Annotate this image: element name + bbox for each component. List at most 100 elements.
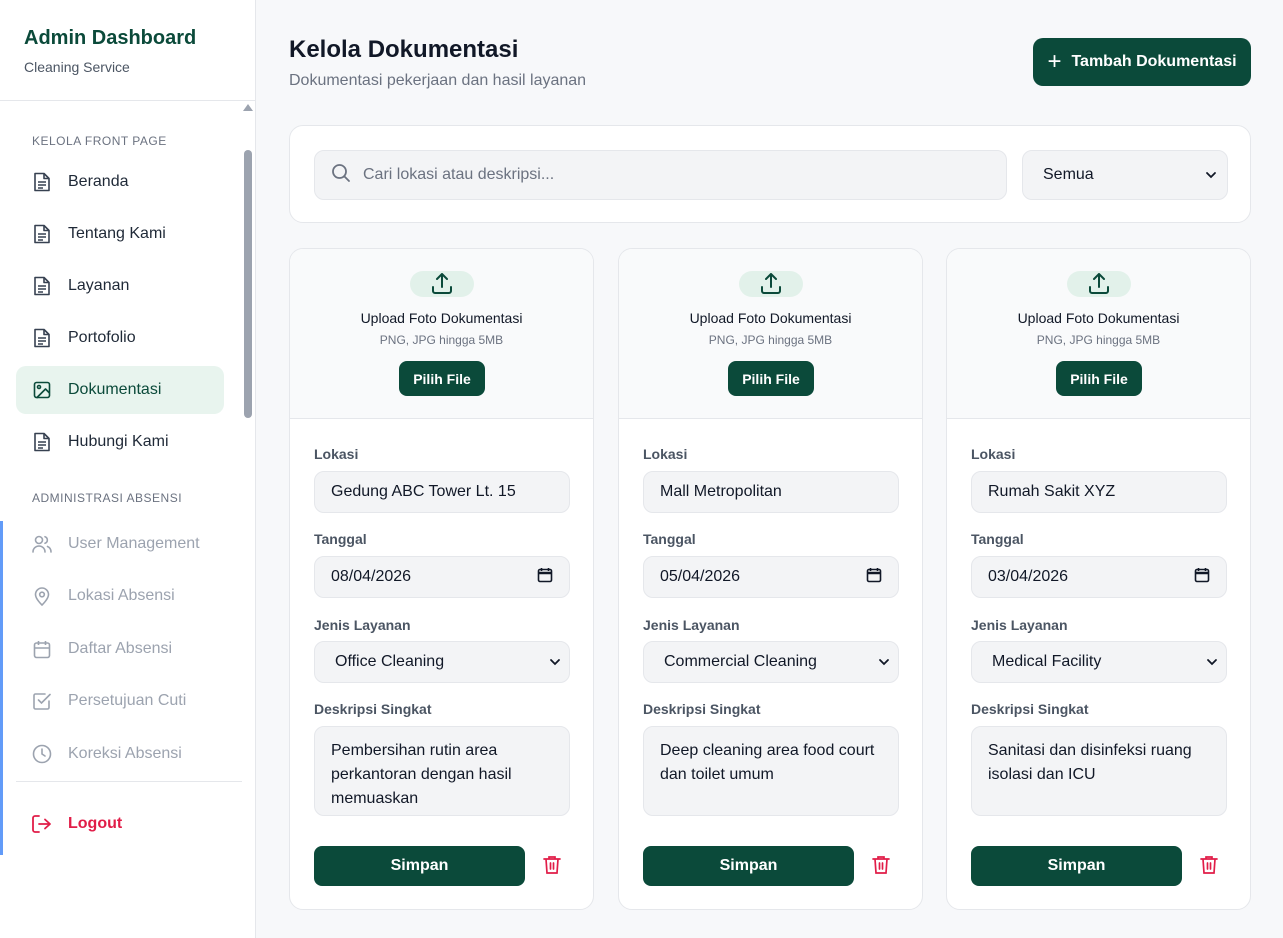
sidebar: Admin Dashboard Cleaning Service KELOLA … (0, 0, 256, 938)
sidebar-item-beranda[interactable]: Beranda (16, 158, 224, 206)
deskripsi-label: Deskripsi Singkat (971, 701, 1089, 717)
lokasi-label: Lokasi (643, 446, 688, 462)
save-button[interactable]: Simpan (314, 846, 525, 886)
sidebar-item-user-management[interactable]: User Management (16, 520, 224, 568)
add-documentation-button[interactable]: + Tambah Dokumentasi (1033, 38, 1251, 86)
tanggal-label: Tanggal (314, 531, 367, 547)
deskripsi-textarea[interactable]: Sanitasi dan disinfeksi ruang isolasi da… (971, 726, 1227, 816)
image-icon (32, 380, 52, 400)
upload-icon (410, 271, 474, 297)
deskripsi-value: Sanitasi dan disinfeksi ruang isolasi da… (988, 742, 1192, 783)
documentation-card: Upload Foto Dokumentasi PNG, JPG hingga … (289, 248, 594, 910)
trash-icon[interactable] (871, 854, 891, 876)
lokasi-input[interactable]: Rumah Sakit XYZ (971, 471, 1227, 513)
sidebar-item-label: Portofolio (68, 329, 136, 346)
sidebar-item-label: Layanan (68, 277, 130, 294)
jenis-layanan-select[interactable]: Medical Facility (971, 641, 1227, 683)
filter-select[interactable]: Semua (1022, 150, 1228, 200)
sidebar-item-label: Koreksi Absensi (68, 745, 182, 762)
trash-icon[interactable] (542, 854, 562, 876)
tanggal-input[interactable]: 08/04/2026 (314, 556, 570, 598)
sidebar-item-portofolio[interactable]: Portofolio (16, 314, 224, 362)
tanggal-input[interactable]: 03/04/2026 (971, 556, 1227, 598)
clock-icon (32, 744, 52, 764)
document-icon (32, 432, 52, 452)
lokasi-input[interactable]: Gedung ABC Tower Lt. 15 (314, 471, 570, 513)
map-pin-icon (32, 586, 52, 606)
add-documentation-label: Tambah Dokumentasi (1071, 53, 1237, 70)
tanggal-label: Tanggal (971, 531, 1024, 547)
chevron-down-icon (878, 653, 890, 671)
upload-title: Upload Foto Dokumentasi (360, 310, 523, 326)
upload-icon (739, 271, 803, 297)
save-button[interactable]: Simpan (971, 846, 1182, 886)
lokasi-value: Gedung ABC Tower Lt. 15 (331, 483, 516, 500)
sidebar-item-tentang-kami[interactable]: Tentang Kami (16, 210, 224, 258)
filter-select-value: Semua (1043, 166, 1094, 183)
upload-hint: PNG, JPG hingga 5MB (708, 333, 833, 347)
logout-icon (32, 814, 52, 834)
sidebar-item-persetujuan-cuti[interactable]: Persetujuan Cuti (16, 677, 224, 725)
pick-file-button[interactable]: Pilih File (1056, 361, 1142, 396)
upload-icon (1067, 271, 1131, 297)
jenis-layanan-label: Jenis Layanan (971, 617, 1068, 633)
document-icon (32, 224, 52, 244)
deskripsi-label: Deskripsi Singkat (314, 701, 432, 717)
upload-area[interactable]: Upload Foto Dokumentasi PNG, JPG hingga … (947, 249, 1250, 419)
calendar-icon (32, 639, 52, 659)
sidebar-focus-indicator (0, 521, 3, 855)
trash-icon[interactable] (1199, 854, 1219, 876)
upload-area[interactable]: Upload Foto Dokumentasi PNG, JPG hingga … (290, 249, 593, 419)
tanggal-label: Tanggal (643, 531, 696, 547)
search-input[interactable] (363, 166, 963, 184)
sidebar-scrollbar-thumb[interactable] (244, 150, 252, 418)
deskripsi-value: Deep cleaning area food court dan toilet… (660, 742, 875, 783)
upload-title: Upload Foto Dokumentasi (689, 310, 852, 326)
jenis-layanan-select[interactable]: Office Cleaning (314, 641, 570, 683)
sidebar-item-dokumentasi[interactable]: Dokumentasi (16, 366, 224, 414)
page-title: Kelola Dokumentasi (289, 36, 519, 63)
calendar-icon[interactable] (1194, 567, 1210, 588)
tanggal-input[interactable]: 05/04/2026 (643, 556, 899, 598)
sidebar-item-label: User Management (68, 535, 200, 552)
scroll-up-arrow[interactable] (243, 104, 253, 111)
main-content: Kelola Dokumentasi Dokumentasi pekerjaan… (257, 0, 1283, 938)
logout-button[interactable]: Logout (16, 800, 224, 848)
tanggal-value: 08/04/2026 (331, 568, 412, 585)
calendar-icon[interactable] (537, 567, 553, 588)
checkbox-icon (32, 691, 52, 711)
page-subtitle: Dokumentasi pekerjaan dan hasil layanan (289, 72, 587, 89)
brand-title: Admin Dashboard (24, 27, 197, 49)
jenis-layanan-value: Office Cleaning (335, 653, 445, 670)
sidebar-item-label: Daftar Absensi (68, 640, 173, 657)
deskripsi-textarea[interactable]: Deep cleaning area food court dan toilet… (643, 726, 899, 816)
calendar-icon[interactable] (866, 567, 882, 588)
jenis-layanan-select[interactable]: Commercial Cleaning (643, 641, 899, 683)
deskripsi-value: Pembersihan rutin area perkantoran denga… (331, 742, 512, 807)
sidebar-item-layanan[interactable]: Layanan (16, 262, 224, 310)
tanggal-value: 05/04/2026 (660, 568, 741, 585)
chevron-down-icon (1205, 166, 1217, 184)
document-icon (32, 276, 52, 296)
save-button[interactable]: Simpan (643, 846, 854, 886)
pick-file-button[interactable]: Pilih File (399, 361, 485, 396)
lokasi-label: Lokasi (971, 446, 1016, 462)
sidebar-item-daftar-absensi[interactable]: Daftar Absensi (16, 625, 224, 673)
upload-hint: PNG, JPG hingga 5MB (379, 333, 504, 347)
sidebar-item-lokasi-absensi[interactable]: Lokasi Absensi (16, 572, 224, 620)
pick-file-button[interactable]: Pilih File (728, 361, 814, 396)
search-box[interactable] (314, 150, 1007, 200)
jenis-layanan-label: Jenis Layanan (643, 617, 740, 633)
sidebar-divider (16, 781, 242, 782)
upload-hint: PNG, JPG hingga 5MB (1036, 333, 1161, 347)
sidebar-item-label: Lokasi Absensi (68, 587, 175, 604)
deskripsi-textarea[interactable]: Pembersihan rutin area perkantoran denga… (314, 726, 570, 816)
documentation-card: Upload Foto Dokumentasi PNG, JPG hingga … (946, 248, 1251, 910)
sidebar-item-koreksi-absensi[interactable]: Koreksi Absensi (16, 730, 224, 778)
tanggal-value: 03/04/2026 (988, 568, 1069, 585)
sidebar-item-hubungi-kami[interactable]: Hubungi Kami (16, 418, 224, 466)
upload-area[interactable]: Upload Foto Dokumentasi PNG, JPG hingga … (619, 249, 922, 419)
document-icon (32, 172, 52, 192)
users-icon (32, 534, 52, 554)
lokasi-input[interactable]: Mall Metropolitan (643, 471, 899, 513)
